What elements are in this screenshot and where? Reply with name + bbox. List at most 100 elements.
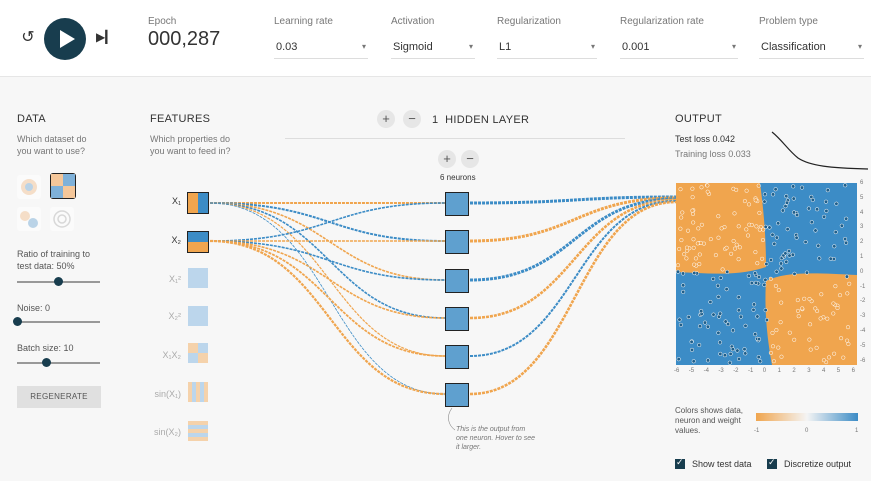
data-point	[760, 256, 765, 261]
data-point	[804, 270, 809, 275]
data-point	[682, 252, 687, 257]
data-point	[691, 237, 696, 242]
data-point	[844, 274, 849, 279]
data-point	[736, 224, 741, 229]
data-point	[828, 256, 833, 261]
link[interactable]	[209, 202, 446, 357]
neuron-note: This is the output from one neuron. Hove…	[456, 426, 535, 451]
data-point	[795, 298, 800, 303]
training-loss-label: Training loss	[675, 149, 726, 159]
data-point	[784, 194, 789, 199]
x-tick: -3	[718, 368, 724, 374]
data-point	[815, 207, 820, 212]
discretize-output-label: Discretize output	[784, 459, 852, 469]
data-point	[776, 345, 781, 350]
data-point	[736, 308, 741, 313]
data-point	[744, 188, 749, 193]
data-point	[691, 359, 696, 364]
neuron-6[interactable]	[445, 383, 469, 407]
data-point	[716, 330, 721, 335]
data-point	[774, 328, 779, 333]
data-point	[837, 293, 843, 298]
data-point	[716, 294, 721, 299]
data-point	[762, 199, 767, 204]
discretize-output-checkbox[interactable]	[767, 457, 777, 469]
link[interactable]	[209, 239, 446, 396]
data-point	[690, 195, 695, 200]
data-point	[831, 301, 836, 306]
neuron-5[interactable]	[445, 345, 469, 369]
y-tick: 4	[860, 209, 864, 216]
test-loss: Test loss 0.042	[675, 134, 735, 144]
data-point	[681, 283, 686, 288]
x-tick: 2	[792, 368, 796, 374]
data-point	[791, 210, 797, 215]
data-point	[818, 316, 823, 321]
data-point	[753, 198, 758, 203]
data-point	[845, 325, 851, 330]
data-point	[702, 320, 708, 325]
data-point	[779, 300, 784, 305]
data-point	[677, 317, 682, 322]
y-tick: -5	[860, 342, 866, 349]
data-point	[803, 239, 808, 245]
data-point	[679, 238, 684, 243]
data-point	[737, 245, 742, 250]
data-point	[773, 187, 778, 192]
data-point	[795, 212, 800, 218]
data-point	[799, 185, 805, 190]
test-loss-label: Test loss	[675, 134, 711, 144]
data-point	[791, 196, 796, 201]
data-point	[821, 358, 826, 363]
data-point	[705, 324, 710, 329]
neuron-1[interactable]	[445, 192, 469, 216]
data-point	[718, 311, 723, 316]
data-point	[845, 338, 850, 343]
output-heatmap[interactable]	[676, 183, 857, 365]
data-point	[770, 232, 775, 237]
data-point	[758, 359, 763, 364]
data-point	[783, 204, 788, 209]
neuron-3[interactable]	[445, 269, 469, 293]
test-loss-value: 0.042	[712, 134, 736, 144]
data-point	[774, 235, 779, 240]
data-point	[814, 345, 819, 350]
link[interactable]	[209, 202, 446, 242]
data-point	[791, 184, 796, 189]
show-test-data-checkbox[interactable]	[675, 457, 685, 469]
data-point	[678, 322, 683, 327]
data-point	[738, 314, 743, 319]
data-point	[698, 240, 703, 245]
link[interactable]	[469, 198, 677, 320]
data-point	[822, 214, 827, 219]
neuron-4[interactable]	[445, 307, 469, 331]
link[interactable]	[469, 200, 677, 396]
data-point	[705, 183, 710, 188]
data-point	[779, 261, 784, 266]
link[interactable]	[209, 202, 446, 242]
data-point	[734, 187, 739, 192]
data-point	[846, 341, 851, 347]
data-point	[690, 186, 695, 191]
link[interactable]	[209, 240, 446, 319]
link[interactable]	[469, 196, 677, 243]
legend-tick-mid: 0	[805, 428, 809, 434]
y-tick: 3	[860, 224, 864, 231]
link[interactable]	[209, 240, 446, 281]
data-point	[708, 237, 713, 242]
training-loss-value: 0.033	[728, 149, 751, 159]
output-title: OUTPUT	[675, 113, 723, 125]
data-point	[752, 302, 757, 307]
data-point	[684, 256, 689, 261]
data-point	[813, 306, 818, 311]
neuron-2[interactable]	[445, 230, 469, 254]
data-point	[749, 280, 754, 286]
data-point	[743, 323, 748, 328]
data-point	[736, 356, 742, 362]
link[interactable]	[209, 202, 446, 395]
y-tick: -1	[860, 283, 866, 290]
data-point	[677, 246, 682, 252]
data-point	[796, 314, 801, 319]
link[interactable]	[209, 202, 446, 319]
data-point	[753, 280, 759, 285]
